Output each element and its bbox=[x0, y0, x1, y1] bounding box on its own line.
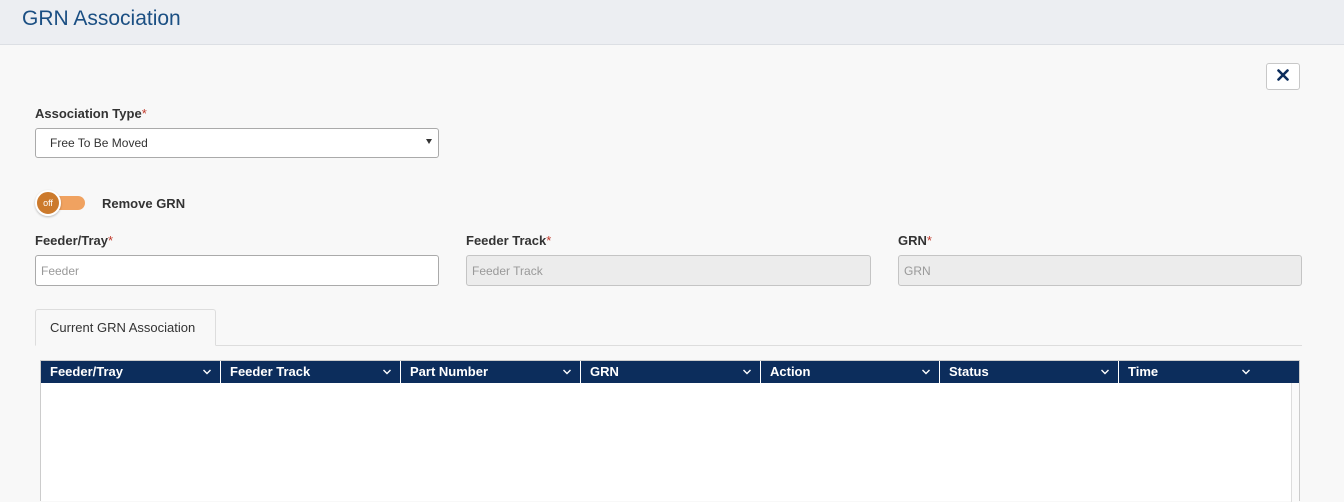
required-mark: * bbox=[108, 233, 114, 248]
chevron-down-icon[interactable] bbox=[1100, 365, 1110, 380]
grid-header: Feeder/Tray Feeder Track Part Number GRN… bbox=[41, 361, 1299, 383]
feeder-track-label: Feeder Track* bbox=[466, 233, 552, 248]
grn-label: GRN* bbox=[898, 233, 932, 248]
chevron-down-icon[interactable] bbox=[382, 365, 392, 380]
page-title: GRN Association bbox=[22, 7, 181, 30]
association-type-value: Free To Be Moved bbox=[50, 136, 148, 150]
tab-current-grn-association[interactable]: Current GRN Association bbox=[35, 309, 216, 346]
column-header-time[interactable]: Time bbox=[1119, 361, 1279, 383]
column-header-part-number[interactable]: Part Number bbox=[401, 361, 581, 383]
required-mark: * bbox=[546, 233, 552, 248]
column-header-feeder-tray[interactable]: Feeder/Tray bbox=[41, 361, 221, 383]
chevron-down-icon[interactable] bbox=[921, 365, 931, 380]
caret-down-icon bbox=[426, 139, 432, 144]
column-header-label: Action bbox=[770, 364, 811, 379]
grn-input[interactable] bbox=[898, 255, 1302, 286]
grid-scrollbar[interactable] bbox=[1291, 383, 1299, 502]
column-header-action[interactable]: Action bbox=[761, 361, 940, 383]
column-header-label: Part Number bbox=[410, 364, 489, 379]
close-button[interactable] bbox=[1266, 63, 1300, 90]
tab-strip-border bbox=[35, 345, 1302, 346]
column-header-label: Feeder Track bbox=[230, 364, 311, 379]
remove-grn-label: Remove GRN bbox=[102, 196, 186, 211]
chevron-down-icon[interactable] bbox=[202, 365, 212, 380]
page-header: GRN Association bbox=[0, 0, 1344, 45]
association-type-select[interactable]: Free To Be Moved bbox=[35, 128, 439, 158]
column-header-label: Feeder/Tray bbox=[50, 364, 123, 379]
chevron-down-icon[interactable] bbox=[1241, 365, 1251, 380]
column-header-label: Time bbox=[1128, 364, 1159, 379]
remove-grn-toggle[interactable]: off bbox=[35, 190, 87, 216]
chevron-down-icon[interactable] bbox=[742, 365, 752, 380]
close-icon bbox=[1277, 68, 1289, 86]
association-type-label: Association Type* bbox=[35, 106, 147, 121]
feeder-tray-input[interactable] bbox=[35, 255, 439, 286]
grn-association-grid: Feeder/Tray Feeder Track Part Number GRN… bbox=[40, 360, 1300, 502]
required-mark: * bbox=[926, 233, 932, 248]
required-mark: * bbox=[141, 106, 147, 121]
feeder-track-input[interactable] bbox=[466, 255, 871, 286]
column-header-status[interactable]: Status bbox=[940, 361, 1119, 383]
column-header-feeder-track[interactable]: Feeder Track bbox=[221, 361, 401, 383]
chevron-down-icon[interactable] bbox=[562, 365, 572, 380]
column-header-grn[interactable]: GRN bbox=[581, 361, 761, 383]
column-header-label: Status bbox=[949, 364, 989, 379]
feeder-tray-label: Feeder/Tray* bbox=[35, 233, 114, 248]
toggle-knob: off bbox=[35, 190, 61, 216]
column-header-label: GRN bbox=[590, 364, 619, 379]
